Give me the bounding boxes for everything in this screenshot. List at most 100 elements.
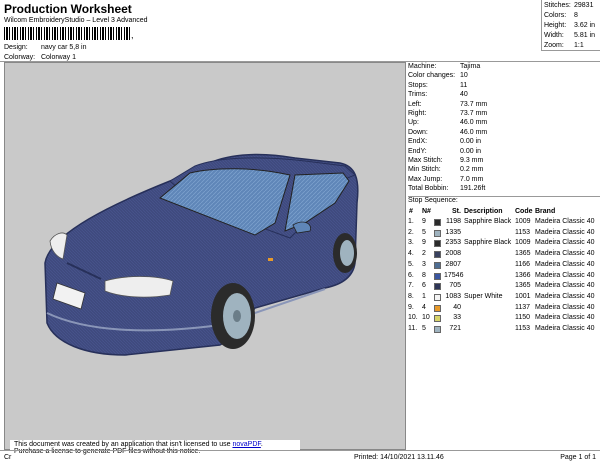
seq-num: 8. [408,292,414,300]
col-stitches: St. [452,208,461,215]
seq-code: 1009 [515,239,531,247]
info-value: 0.00 in [460,147,482,155]
seq-needle: 2 [422,250,426,258]
info-row: Machine: Tajima [408,63,480,70]
seq-stitches: 705 [449,282,461,290]
seq-brand: Madeira Classic 40 [535,271,595,279]
seq-stitches: 40 [453,303,461,311]
colorway-value: Colorway 1 [40,54,76,61]
seq-num: 7. [408,282,414,290]
info-value: 7.0 mm [460,175,484,183]
design-preview [4,62,406,450]
col-num: # [409,208,413,215]
seq-stitches: 2008 [445,250,461,258]
info-key: Color changes: [408,72,456,80]
seq-num: 5. [408,260,414,268]
seq-brand: Madeira Classic 40 [535,292,595,300]
info-key: EndX: [408,138,428,146]
info-key: Up: [408,119,419,127]
color-swatch [434,229,441,237]
info-row: Total Bobbin: 191.26ft [408,185,485,192]
color-swatch [434,283,441,291]
info-value: 11 [460,81,468,89]
color-swatch [434,219,441,226]
info-key: Total Bobbin: [408,185,449,193]
seq-stitches: 1335 [445,228,461,236]
color-swatch [434,272,441,280]
printed-timestamp: Printed: 14/10/2021 13.11.46 [354,454,444,461]
seq-needle: 3 [422,260,426,268]
barcode [4,27,130,40]
seq-brand: Madeira Classic 40 [535,325,595,332]
seq-stitches: 33 [453,314,461,322]
seq-description: Sapphire Black [464,218,512,225]
design-value: navy car 5,8 in [40,44,87,51]
summary-value: 1:1 [574,42,584,49]
info-value: 0.00 in [460,138,482,146]
info-row: Left: 73.7 mm [408,101,487,108]
info-value: Tajima [460,63,481,70]
seq-num: 3. [408,239,414,247]
seq-code: 1001 [515,292,531,300]
seq-brand: Madeira Classic 40 [535,260,595,268]
info-key: Max Jump: [408,175,443,183]
summary-key: Colors: [544,12,567,19]
seq-stitches: 1083 [445,292,461,300]
info-key: Machine: [408,63,437,70]
seq-brand: Madeira Classic 40 [535,228,595,236]
footer: Cr Printed: 14/10/2021 13.11.46 Page 1 o… [0,450,600,464]
color-swatch [434,326,441,333]
info-key: EndY: [408,147,427,155]
summary-key: Zoom: [544,42,564,49]
summary-row: Width: 5.81 in [544,32,595,39]
seq-needle: 5 [422,228,426,236]
seq-brand: Madeira Classic 40 [535,218,595,225]
info-key: Stops: [408,81,428,89]
color-swatch [434,315,441,323]
seq-brand: Madeira Classic 40 [535,314,595,322]
info-row: Min Stitch: 0.2 mm [408,166,483,173]
col-needle: N# [422,208,431,215]
seq-code: 1166 [515,260,531,268]
seq-code: 1153 [515,228,531,236]
seq-needle: 9 [422,239,426,247]
seq-brand: Madeira Classic 40 [535,303,595,311]
novapdf-link[interactable]: novaPDF [232,441,260,448]
summary-value: 5.81 in [574,32,596,39]
colorway-line: Colorway: Colorway 1 [4,54,76,61]
col-code: Code [515,208,533,215]
summary-key: Height: [544,22,567,29]
summary-row: Colors: 8 [544,12,578,19]
seq-stitches: 17546 [444,271,464,279]
software-subtitle: Wilcom EmbroideryStudio – Level 3 Advanc… [4,17,148,24]
notice-text-1: This document was created by an applicat… [14,441,233,448]
info-value: 0.2 mm [460,166,484,174]
col-brand: Brand [535,208,556,215]
summary-row: Stitches: 29831 [544,2,593,9]
seq-code: 1365 [515,282,531,290]
design-line: Design: navy car 5,8 in [4,44,86,51]
info-key: Min Stitch: [408,166,441,174]
seq-num: 4. [408,250,414,258]
seq-code: 1137 [515,303,531,311]
info-row: Up: 46.0 mm [408,119,487,126]
footer-left: Cr [4,454,12,461]
seq-needle: 6 [422,282,426,290]
seq-num: 10. [408,314,418,322]
info-row: Max Jump: 7.0 mm [408,176,483,183]
summary-key: Stitches: [544,2,571,9]
info-row: Max Stitch: 9.3 mm [408,157,483,164]
colorway-label: Colorway: [4,54,36,61]
seq-stitches: 2353 [445,239,461,247]
info-row: Trims: 40 [408,91,468,98]
page-number: Page 1 of 1 [560,454,596,461]
stop-sequence-title: Stop Sequence: [408,197,458,204]
seq-needle: 5 [422,325,426,332]
notice-text-1-end: . [260,441,263,448]
seq-needle: 4 [422,303,426,311]
seq-code: 1150 [515,314,531,322]
seq-stitches: 1198 [445,218,461,225]
seq-num: 1. [408,218,414,225]
summary-value: 8 [574,12,578,19]
seq-stitches: 2807 [445,260,461,268]
